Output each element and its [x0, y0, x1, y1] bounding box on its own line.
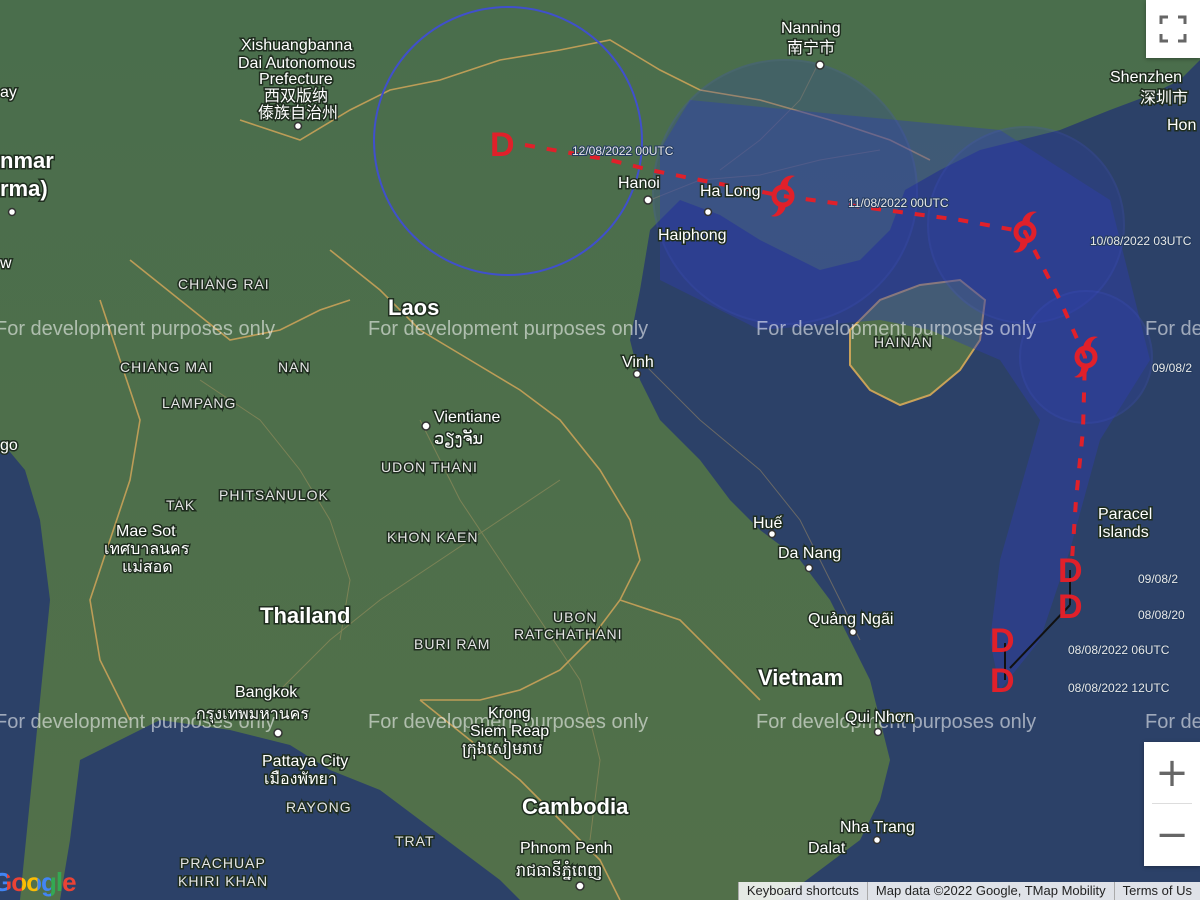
depression-marker[interactable]: D	[990, 622, 1015, 660]
city-label: Hon	[1167, 117, 1196, 134]
city-label: Pattaya City	[262, 753, 348, 770]
city-label: Xishuangbanna	[241, 37, 352, 54]
city-label: 西双版纳	[264, 87, 328, 105]
track-timestamp: 12/08/2022 00UTC	[572, 144, 674, 158]
watermark: For development purposes only	[368, 318, 648, 340]
province-label: NAN	[278, 359, 311, 375]
city-label: Ha Long	[700, 183, 761, 200]
watermark: For development purposes only	[1145, 318, 1200, 340]
track-timestamp: 08/08/2022 12UTC	[1068, 681, 1170, 695]
province-label: CHIANG MAI	[120, 359, 213, 375]
province-label: HAINAN	[874, 334, 933, 350]
province-label: RATCHATHANI	[514, 626, 622, 642]
track-timestamp: 09/08/2	[1138, 572, 1178, 586]
map-canvas[interactable]: D D D D D 12/08/2022 00UTC 11/08/2022 00…	[0, 0, 1200, 900]
city-label: Quảng Ngãi	[808, 611, 893, 628]
zoom-control: + −	[1144, 742, 1200, 866]
country-label: Cambodia	[522, 794, 629, 819]
province-label: TRAT	[395, 833, 435, 849]
province-label: PRACHUAP	[180, 855, 266, 871]
province-label: UDON THANI	[381, 459, 478, 475]
track-timestamp: 08/08/2022 06UTC	[1068, 643, 1170, 657]
province-label: CHIANG RAI	[178, 276, 270, 292]
city-label: Siem Reap	[470, 723, 549, 740]
terms-link[interactable]: Terms of Us	[1113, 882, 1200, 900]
google-logo-text: Google	[0, 867, 77, 897]
map-footer: Keyboard shortcuts Map data ©2022 Google…	[737, 882, 1200, 900]
depression-marker[interactable]: D	[1058, 552, 1083, 590]
country-label: Vietnam	[758, 665, 843, 690]
fullscreen-button[interactable]	[1146, 0, 1200, 58]
city-label: Krong	[488, 705, 531, 722]
city-label: เมืองพัทยา	[264, 770, 337, 788]
city-label: Paracel	[1098, 506, 1152, 523]
city-label: Bangkok	[235, 684, 298, 701]
keyboard-shortcuts-link[interactable]: Keyboard shortcuts	[737, 882, 867, 900]
fullscreen-icon	[1159, 15, 1187, 43]
city-label: Nha Trang	[840, 819, 915, 836]
city-label: Hanoi	[618, 175, 660, 192]
city-label: 南宁市	[787, 39, 835, 57]
track-timestamp: 10/08/2022 03UTC	[1090, 234, 1192, 248]
city-label: ay	[0, 84, 17, 101]
country-label: nmar	[0, 148, 54, 173]
city-label: ក្រុងសៀមរាប	[462, 738, 543, 760]
country-label: rma)	[0, 176, 48, 201]
province-label: KHIRI KHAN	[178, 873, 268, 889]
province-label: KHON KAEN	[387, 529, 478, 545]
city-label: Prefecture	[259, 71, 333, 88]
city-label: 傣族自治州	[258, 104, 338, 122]
city-label: w	[0, 255, 12, 272]
city-label: Nanning	[781, 20, 841, 37]
city-label: រាជធានីភ្នំពេញ	[516, 860, 602, 880]
province-label: UBON	[553, 609, 597, 625]
map-data-attribution: Map data ©2022 Google, TMap Mobility	[866, 882, 1114, 900]
city-label: Qui Nhơn	[845, 709, 914, 726]
city-label: ວຽງຈັນ	[434, 429, 483, 448]
watermark: For development purposes only	[0, 318, 275, 340]
city-label: เทศบาลนคร	[104, 541, 190, 558]
watermark: For development purposes only	[1145, 711, 1200, 733]
track-timestamp: 09/08/2	[1152, 361, 1192, 375]
city-label: 深圳市	[1140, 89, 1188, 107]
country-label: Thailand	[260, 603, 350, 628]
province-label: TAK	[166, 497, 195, 513]
zoom-in-button[interactable]: +	[1144, 742, 1200, 803]
track-timestamp: 08/08/20	[1138, 608, 1185, 622]
depression-marker[interactable]: D	[490, 126, 515, 164]
province-label: PHITSANULOK	[219, 487, 329, 503]
city-label: กรุงเทพมหานคร	[196, 706, 309, 724]
city-label: Dai Autonomous	[238, 55, 355, 72]
province-label: RAYONG	[286, 799, 352, 815]
city-label: แม่สอด	[122, 559, 173, 576]
city-label: Dalat	[808, 840, 846, 857]
zoom-out-button[interactable]: −	[1144, 804, 1200, 865]
city-label: Vinh	[622, 354, 654, 371]
country-label: Laos	[388, 295, 439, 320]
province-label: BURI RAM	[414, 636, 490, 652]
city-label: Phnom Penh	[520, 840, 613, 857]
google-logo[interactable]: Google	[0, 867, 77, 898]
city-label: Islands	[1098, 524, 1149, 541]
city-label: Huế	[753, 515, 782, 532]
depression-marker[interactable]: D	[1058, 588, 1083, 626]
city-label: Haiphong	[658, 227, 727, 244]
city-label: Mae Sot	[116, 523, 176, 540]
track-timestamp: 11/08/2022 00UTC	[848, 196, 949, 210]
province-label: LAMPANG	[162, 395, 236, 411]
city-label: Da Nang	[778, 545, 841, 562]
city-label: Vientiane	[434, 409, 501, 426]
city-label: Shenzhen	[1110, 69, 1182, 86]
depression-marker[interactable]: D	[990, 662, 1015, 700]
city-label: go	[0, 437, 18, 454]
